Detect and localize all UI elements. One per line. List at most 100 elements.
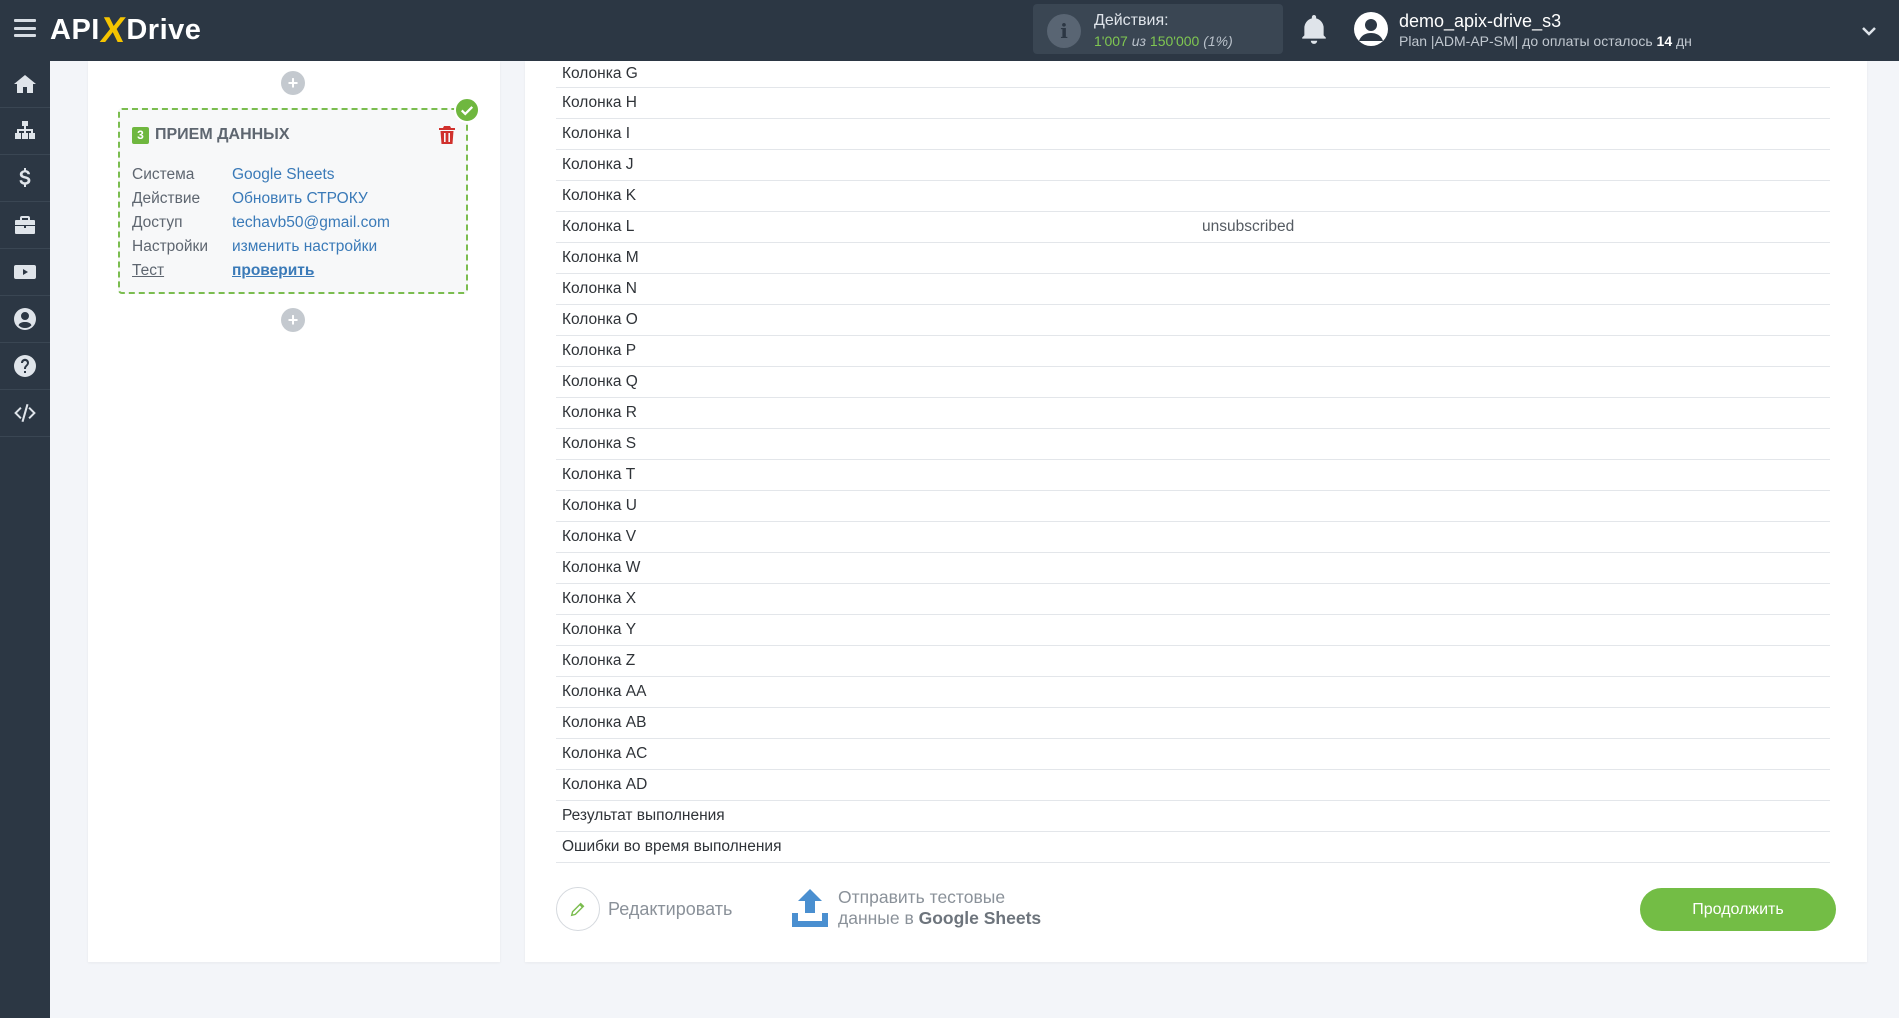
step-number: 3 [132,126,149,144]
table-row: Колонка R [556,398,1830,429]
column-label: Колонка Q [562,373,638,390]
step-panel: + 3 ПРИЕМ ДАННЫХ Система Google Sheets Д… [88,61,500,962]
step-row-system: Система Google Sheets [132,166,335,183]
help-icon [14,355,36,377]
table-row: Колонка P [556,336,1830,367]
column-label: Колонка Z [562,652,636,669]
upload-icon [792,889,828,927]
table-row: Колонка X [556,584,1830,615]
actions-usage: 1'007 из 150'000 (1%) [1094,33,1233,49]
actions-counter: i Действия: 1'007 из 150'000 (1%) [1033,4,1283,54]
menu-icon[interactable] [14,19,36,37]
sidebar-item-home[interactable] [0,61,50,108]
sidebar-item-connections[interactable] [0,108,50,155]
table-row: Колонка S [556,429,1830,460]
column-label: Колонка AB [562,714,647,731]
sidebar-item-billing[interactable] [0,155,50,202]
column-label: Результат выполнения [562,807,725,824]
sidebar-item-projects[interactable] [0,202,50,249]
column-label: Колонка J [562,156,634,173]
column-label: Колонка N [562,280,637,297]
step-row-settings: Настройки изменить настройки [132,238,378,255]
send-test-data-button[interactable]: Отправить тестовые данные в Google Sheet… [790,887,1041,929]
sidebar-item-videos[interactable] [0,249,50,296]
edit-button[interactable]: Редактировать [556,887,732,931]
table-row: Колонка Q [556,367,1830,398]
sitemap-icon [15,121,35,139]
column-label: Колонка V [562,528,637,545]
column-label: Колонка G [562,65,638,82]
table-row: Колонка Y [556,615,1830,646]
sidebar-item-profile[interactable] [0,296,50,343]
table-row: Результат выполнения [556,801,1830,832]
avatar[interactable] [1354,12,1388,46]
table-row: Колонка AD [556,770,1830,801]
column-label: Колонка AD [562,776,648,793]
column-label: Колонка M [562,249,639,266]
table-row: Колонка V [556,522,1830,553]
column-list: Колонка G Колонка H Колонка I Колонка J Коло… [556,61,1830,863]
column-label: Колонка W [562,559,641,576]
step-row-action: Действие Обновить СТРОКУ [132,190,368,207]
table-row: Колонка K [556,181,1830,212]
test-check-link[interactable]: проверить [232,262,314,280]
table-row: Колонка H [556,88,1830,119]
sidebar [0,61,50,1018]
trash-icon[interactable] [438,125,456,145]
column-value: unsubscribed [1202,218,1295,235]
check-icon [454,97,480,123]
column-label: Колонка I [562,125,631,142]
user-name[interactable]: demo_apix-drive_s3 [1399,11,1561,32]
user-icon [14,308,36,330]
add-step-top-button[interactable]: + [281,71,305,95]
logo[interactable]: API X Drive [50,9,201,50]
table-row: Колонка O [556,305,1830,336]
column-label: Колонка L [562,218,635,235]
column-label: Колонка U [562,497,637,514]
pencil-icon [556,887,600,931]
column-label: Колонка K [562,187,637,204]
column-label: Колонка P [562,342,637,359]
home-icon [14,75,36,93]
actions-title: Действия: [1094,12,1169,29]
step-row-test: Тест проверить [132,262,315,280]
chevron-down-icon[interactable] [1862,24,1876,38]
table-row: Колонка L unsubscribed [556,212,1830,243]
top-bar: API X Drive i Действия: 1'007 из 150'000 (… [0,0,1899,61]
column-label: Колонка X [562,590,637,607]
column-label: Ошибки во время выполнения [562,838,782,855]
step-title: 3 ПРИЕМ ДАННЫХ [132,126,290,144]
column-label: Колонка Y [562,621,637,638]
briefcase-icon [15,216,35,234]
table-row: Колонка J [556,150,1830,181]
code-icon [14,404,36,422]
video-icon [14,265,36,279]
table-row: Колонка AC [556,739,1830,770]
add-step-bottom-button[interactable]: + [281,308,305,332]
table-row: Колонка G [556,61,1830,88]
table-row: Колонка AB [556,708,1830,739]
test-data-panel: Колонка G Колонка H Колонка I Колонка J Коло… [525,61,1867,962]
table-row: Колонка M [556,243,1830,274]
column-label: Колонка T [562,466,636,483]
table-row: Колонка Z [556,646,1830,677]
column-label: Колонка S [562,435,637,452]
sidebar-item-help[interactable] [0,343,50,390]
bell-icon[interactable] [1301,15,1327,45]
column-label: Колонка AC [562,745,648,762]
table-row: Колонка AA [556,677,1830,708]
column-label: Колонка R [562,404,637,421]
table-row: Ошибки во время выполнения [556,832,1830,863]
step-card-receive-data[interactable]: 3 ПРИЕМ ДАННЫХ Система Google Sheets Дей… [118,108,468,294]
table-row: Колонка W [556,553,1830,584]
continue-button[interactable]: Продолжить [1640,888,1836,931]
step-details: Система Google Sheets Действие Обновить … [132,163,390,283]
column-label: Колонка AA [562,683,647,700]
sidebar-item-api[interactable] [0,390,50,437]
table-row: Колонка T [556,460,1830,491]
user-plan: Plan |ADM-AP-SM| до оплаты осталось 14 д… [1399,33,1692,49]
info-icon: i [1047,14,1081,48]
table-row: Колонка U [556,491,1830,522]
dollar-icon [19,168,31,187]
column-label: Колонка O [562,311,638,328]
